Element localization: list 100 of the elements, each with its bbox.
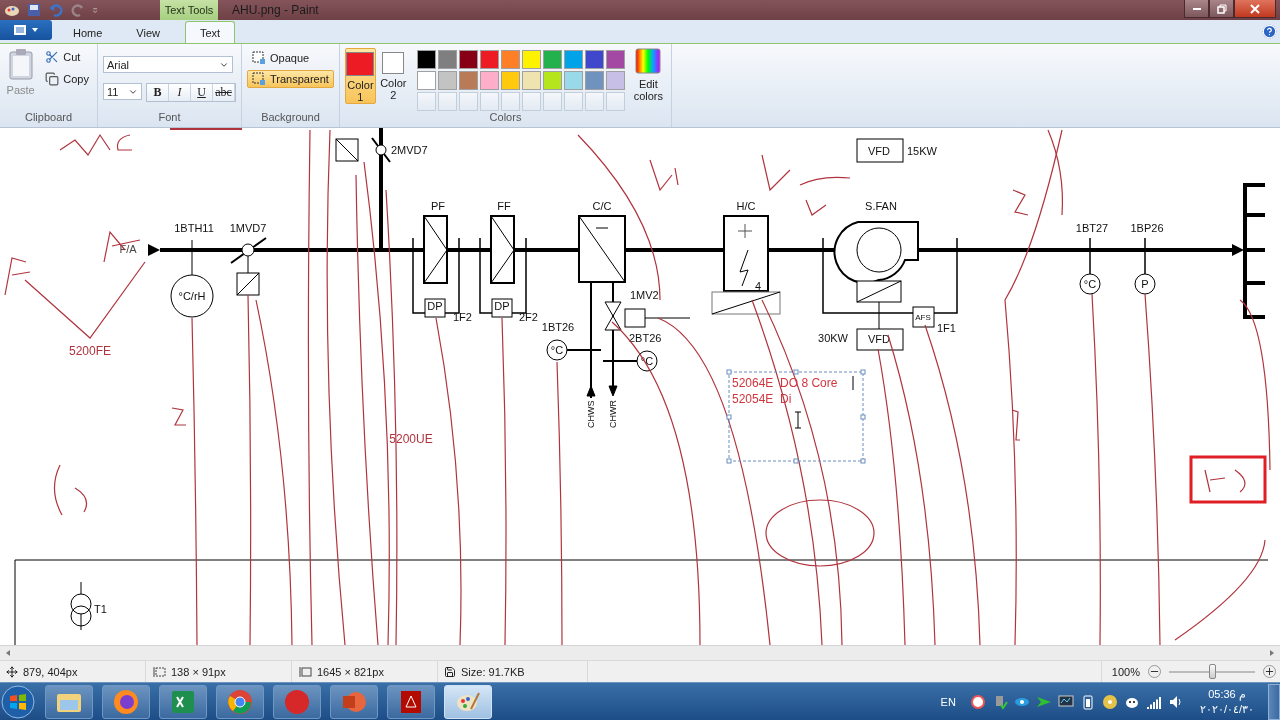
plus-icon [1264,666,1275,677]
damper-symbol [335,137,391,164]
app-menu-button[interactable] [0,20,52,41]
scroll-right-icon[interactable] [1268,649,1276,658]
color-swatch[interactable] [458,50,478,70]
tag-label: °C [550,344,564,357]
tag-label: DP [494,300,510,313]
cut-button[interactable]: Cut [42,48,92,67]
font-style-button[interactable]: abc [213,84,235,102]
tag-label: FF [497,200,511,213]
circle-icon[interactable] [969,693,986,710]
font-size-field[interactable]: 11 [103,83,142,101]
monitor-icon[interactable] [1057,693,1074,710]
tag-label: 1F2 [453,311,472,324]
color-swatch[interactable] [563,50,583,70]
color-swatch[interactable] [542,71,562,91]
tag-label: 1BT26 [541,321,575,334]
transformer-symbol [70,581,92,631]
copy-button[interactable]: Copy [42,70,92,89]
disc-icon[interactable] [1101,693,1118,710]
color-swatch[interactable] [416,50,436,70]
dashed-box-icon [252,72,266,87]
redo-icon[interactable] [70,2,86,18]
vfd-box [856,138,904,163]
font-style-button[interactable]: B [147,84,169,102]
color-swatch[interactable] [605,71,625,91]
language-indicator[interactable]: EN [940,695,956,708]
tag-label: °C/rH [178,290,206,303]
zoom-slider[interactable] [1169,664,1255,679]
clock-time: 05:36 م [1208,686,1246,702]
start-orb-icon[interactable] [0,683,36,720]
taskbar-button[interactable] [330,684,378,719]
sensor-stem [1089,237,1091,275]
tag-label: H/C [736,200,756,213]
taskbar-button[interactable] [102,684,150,719]
color-swatch[interactable] [500,50,520,70]
color-swatch[interactable] [521,71,541,91]
tag-label: VFD [868,145,890,158]
scroll-left-icon[interactable] [4,649,12,658]
font-style-button[interactable]: U [191,84,213,102]
undo-icon[interactable] [48,2,64,18]
ribbon-tab[interactable]: Home [58,21,118,44]
tag-label: °C [1083,278,1097,291]
taskbar-button[interactable] [45,684,93,719]
tag-label: 4 [754,280,762,293]
background-option[interactable]: Opaque [247,49,334,68]
browser-globe-icon [113,688,139,715]
tag-label: CHWR [608,400,618,429]
taskbar-button[interactable] [159,684,207,719]
zoom-in-button[interactable] [1263,665,1276,678]
color-swatch[interactable] [458,71,478,91]
color-swatch[interactable] [563,71,583,91]
note-label: 5200FE [69,344,111,359]
tag-label: CHWS [586,400,596,429]
color-swatch[interactable] [605,50,625,70]
sensor-circle [1079,273,1101,295]
color-swatch[interactable] [437,71,457,91]
ribbon-tab[interactable]: View [121,21,175,44]
color-slot[interactable]: Color 1 [345,48,376,105]
background-option[interactable]: Transparent [247,70,334,89]
color-swatch[interactable] [542,50,562,70]
maximize-button[interactable] [1209,0,1234,18]
ribbon-tab[interactable]: Text [185,21,236,44]
save-icon[interactable] [26,2,42,18]
color-swatch[interactable] [521,50,541,70]
color-swatch[interactable] [416,71,436,91]
tag-label: PF [430,200,446,213]
color-swatch[interactable] [479,50,499,70]
color-swatch[interactable] [437,50,457,70]
zoom-slider-thumb[interactable] [1208,664,1216,679]
color-swatch[interactable] [500,71,520,91]
save-icon [444,665,456,678]
close-icon [1250,3,1260,14]
close-button[interactable] [1234,0,1276,18]
color-slot[interactable]: Color 2 [377,48,409,105]
taskbar-button[interactable] [273,684,321,719]
tag-label: 1MV2 [630,289,659,302]
file-size: Size: 91.7KB [461,665,525,678]
font-style-button[interactable]: I [169,84,191,102]
text-box-frame[interactable] [726,369,866,464]
color-swatch[interactable] [584,71,604,91]
taskbar-button[interactable] [387,684,435,719]
vfd-box [856,328,904,351]
color-swatch[interactable] [584,50,604,70]
edit-colors-button[interactable]: Edit colors [630,48,666,112]
font-family-field[interactable]: Arial [103,56,233,74]
color-swatch[interactable] [479,71,499,91]
selection-size-icon [152,665,166,678]
tag-label: 1BT27 [1075,222,1109,235]
minimize-icon [1192,7,1201,10]
tag-label: C/C [592,200,612,213]
show-desktop-button[interactable] [1268,683,1280,720]
cooling-coil-symbol [578,215,626,284]
group-label: Background [260,111,321,126]
minimize-button[interactable] [1184,0,1209,18]
help-icon[interactable] [1262,24,1277,40]
scissors-icon [45,50,60,65]
taskbar-button[interactable] [216,684,264,719]
circle-logo-icon [284,688,310,715]
canvas-size-icon [298,665,312,678]
